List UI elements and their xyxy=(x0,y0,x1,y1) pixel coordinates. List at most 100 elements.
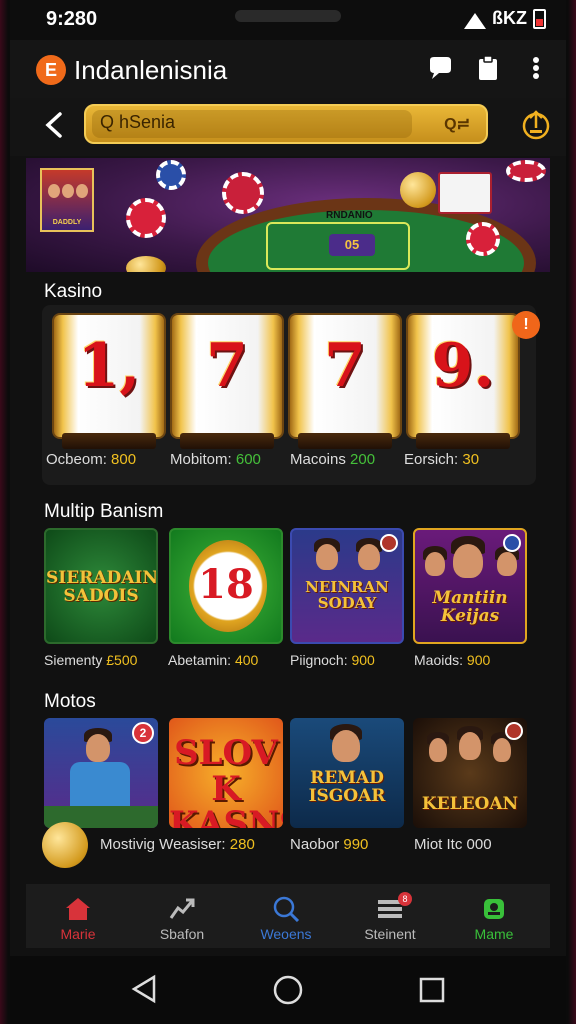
card-badge-icon xyxy=(503,534,521,552)
game-card[interactable]: 18 xyxy=(169,528,283,644)
nav-item-home[interactable]: Marie xyxy=(28,890,128,946)
section-title-motos: Motos xyxy=(44,691,96,712)
person-face xyxy=(86,734,110,762)
upload-icon xyxy=(522,110,550,140)
thumb-label: DADDLY xyxy=(52,219,82,226)
home-circle-icon[interactable] xyxy=(272,974,304,1006)
table-label: RNDANIO xyxy=(326,210,373,221)
person-face xyxy=(429,738,447,762)
camera-notch xyxy=(235,10,341,22)
caption-value: £500 xyxy=(106,652,138,668)
coin-icon xyxy=(126,256,166,272)
nav-item-stats[interactable]: Sbafon xyxy=(132,890,232,946)
game-caption: Piignoch: 900 xyxy=(290,652,375,668)
reel-caption: Ocbeom: 800 xyxy=(46,451,136,468)
reel-base xyxy=(416,433,510,449)
reel-base xyxy=(180,433,274,449)
slot-reel-1[interactable]: 1, xyxy=(52,313,166,449)
reel-base xyxy=(298,433,392,449)
game-title: 18 xyxy=(198,561,254,608)
caption-value: 800 xyxy=(111,451,137,468)
game-title: SIERADAIN SADOIS xyxy=(46,568,158,606)
nav-label: Weoens xyxy=(260,926,312,942)
reel-base xyxy=(62,433,156,449)
card-badge-icon xyxy=(380,534,398,552)
search-input[interactable]: Q hSenia Q≓ xyxy=(84,104,488,144)
reel-symbol: 7 xyxy=(324,331,366,401)
caption-label: Macoins xyxy=(290,451,346,468)
notification-badge: 8 xyxy=(398,892,412,906)
game-caption: Naobor 990 xyxy=(290,836,368,853)
person-face xyxy=(425,552,445,576)
kasino-panel: 1, 7 7 9. ! Ocbeom: 800 Mobitom: 600 Mac… xyxy=(42,305,540,485)
person-face xyxy=(316,544,338,570)
reel-symbol: 7 xyxy=(206,331,248,401)
caption-value: 200 xyxy=(350,451,376,468)
app-logo: E xyxy=(36,55,66,85)
reel-symbol: 1, xyxy=(77,331,141,401)
chart-icon xyxy=(169,898,195,919)
caption-label: Abetamin: xyxy=(168,652,232,668)
back-triangle-icon[interactable] xyxy=(130,974,160,1004)
game-title: NEINRAN SODAY xyxy=(305,578,389,612)
nav-item-search[interactable]: Weoens xyxy=(236,890,336,946)
game-title: SLOV K KASNS xyxy=(169,733,283,828)
caption-label: Ocbeom: xyxy=(46,451,107,468)
person-face xyxy=(493,738,511,762)
alert-badge[interactable]: ! xyxy=(512,311,540,339)
slot-reel-3[interactable]: 7 xyxy=(288,313,402,449)
chevron-left-icon xyxy=(45,112,62,138)
search-row: Q hSenia Q≓ xyxy=(10,98,566,156)
chip-icon xyxy=(156,160,186,190)
game-card[interactable]: 2 xyxy=(44,718,158,828)
caption-label: Siementy xyxy=(44,652,103,668)
reel-caption: Mobitom: 600 xyxy=(170,451,261,468)
caption-label: Mostivig Weasiser: xyxy=(100,836,226,853)
caption-value: 280 xyxy=(229,836,255,853)
game-caption: Maoids: 900 xyxy=(414,652,490,668)
caption-value: 600 xyxy=(235,451,261,468)
caption-value: 990 xyxy=(343,836,369,853)
app-bar: E Indanlenisnia xyxy=(10,40,566,98)
game-card[interactable]: KELEOAN xyxy=(413,718,527,828)
slot-reel-2[interactable]: 7 xyxy=(170,313,284,449)
back-button[interactable] xyxy=(40,110,70,140)
chip-icon xyxy=(506,160,546,182)
profile-icon xyxy=(484,899,504,919)
recents-square-icon[interactable] xyxy=(418,976,446,1004)
caption-value: 900 xyxy=(351,652,375,668)
game-card[interactable]: NEINRAN SODAY xyxy=(290,528,404,644)
search-icon xyxy=(273,896,300,922)
nav-item-profile[interactable]: Mame xyxy=(444,890,544,946)
game-card[interactable]: SIERADAIN SADOIS xyxy=(44,528,158,644)
person-shirt xyxy=(70,762,130,812)
chat-button[interactable] xyxy=(426,54,454,82)
more-menu-button[interactable] xyxy=(522,54,550,82)
game-caption: Siementy £500 xyxy=(44,652,137,668)
game-card[interactable]: Mantiin Keijas xyxy=(413,528,527,644)
nav-item-list[interactable]: 8 Steinent xyxy=(340,890,440,946)
promo-banner[interactable]: RNDANIO 05 DADDLY xyxy=(26,158,550,272)
person-face xyxy=(332,730,360,762)
clipboard-button[interactable] xyxy=(474,54,502,82)
battery-icon xyxy=(533,8,546,29)
section-title-kasino: Kasino xyxy=(44,281,103,302)
search-filter-icon[interactable]: Q≓ xyxy=(444,114,470,134)
card-badge-icon xyxy=(505,722,523,740)
status-bar: 9:280 ßKZ xyxy=(10,0,566,40)
system-navigation xyxy=(10,956,566,1024)
bottom-navigation: Marie Sbafon Weoens 8 Steinent Mame xyxy=(26,884,550,948)
chat-icon xyxy=(430,57,451,79)
coin-icon xyxy=(400,172,436,208)
thumb-face xyxy=(62,184,74,198)
game-card[interactable]: SLOV K KASNS xyxy=(169,718,283,828)
upload-button[interactable] xyxy=(520,108,552,140)
caption-label: Eorsich: xyxy=(404,451,459,468)
app-title: Indanlenisnia xyxy=(74,55,228,85)
slot-reel-4[interactable]: 9. xyxy=(406,313,520,449)
person-face xyxy=(453,544,483,578)
thumb-face xyxy=(76,184,88,198)
game-card[interactable]: REMAD ISGOAR xyxy=(290,718,404,828)
reel-caption: Macoins 200 xyxy=(290,451,375,468)
chip-icon xyxy=(126,198,166,238)
